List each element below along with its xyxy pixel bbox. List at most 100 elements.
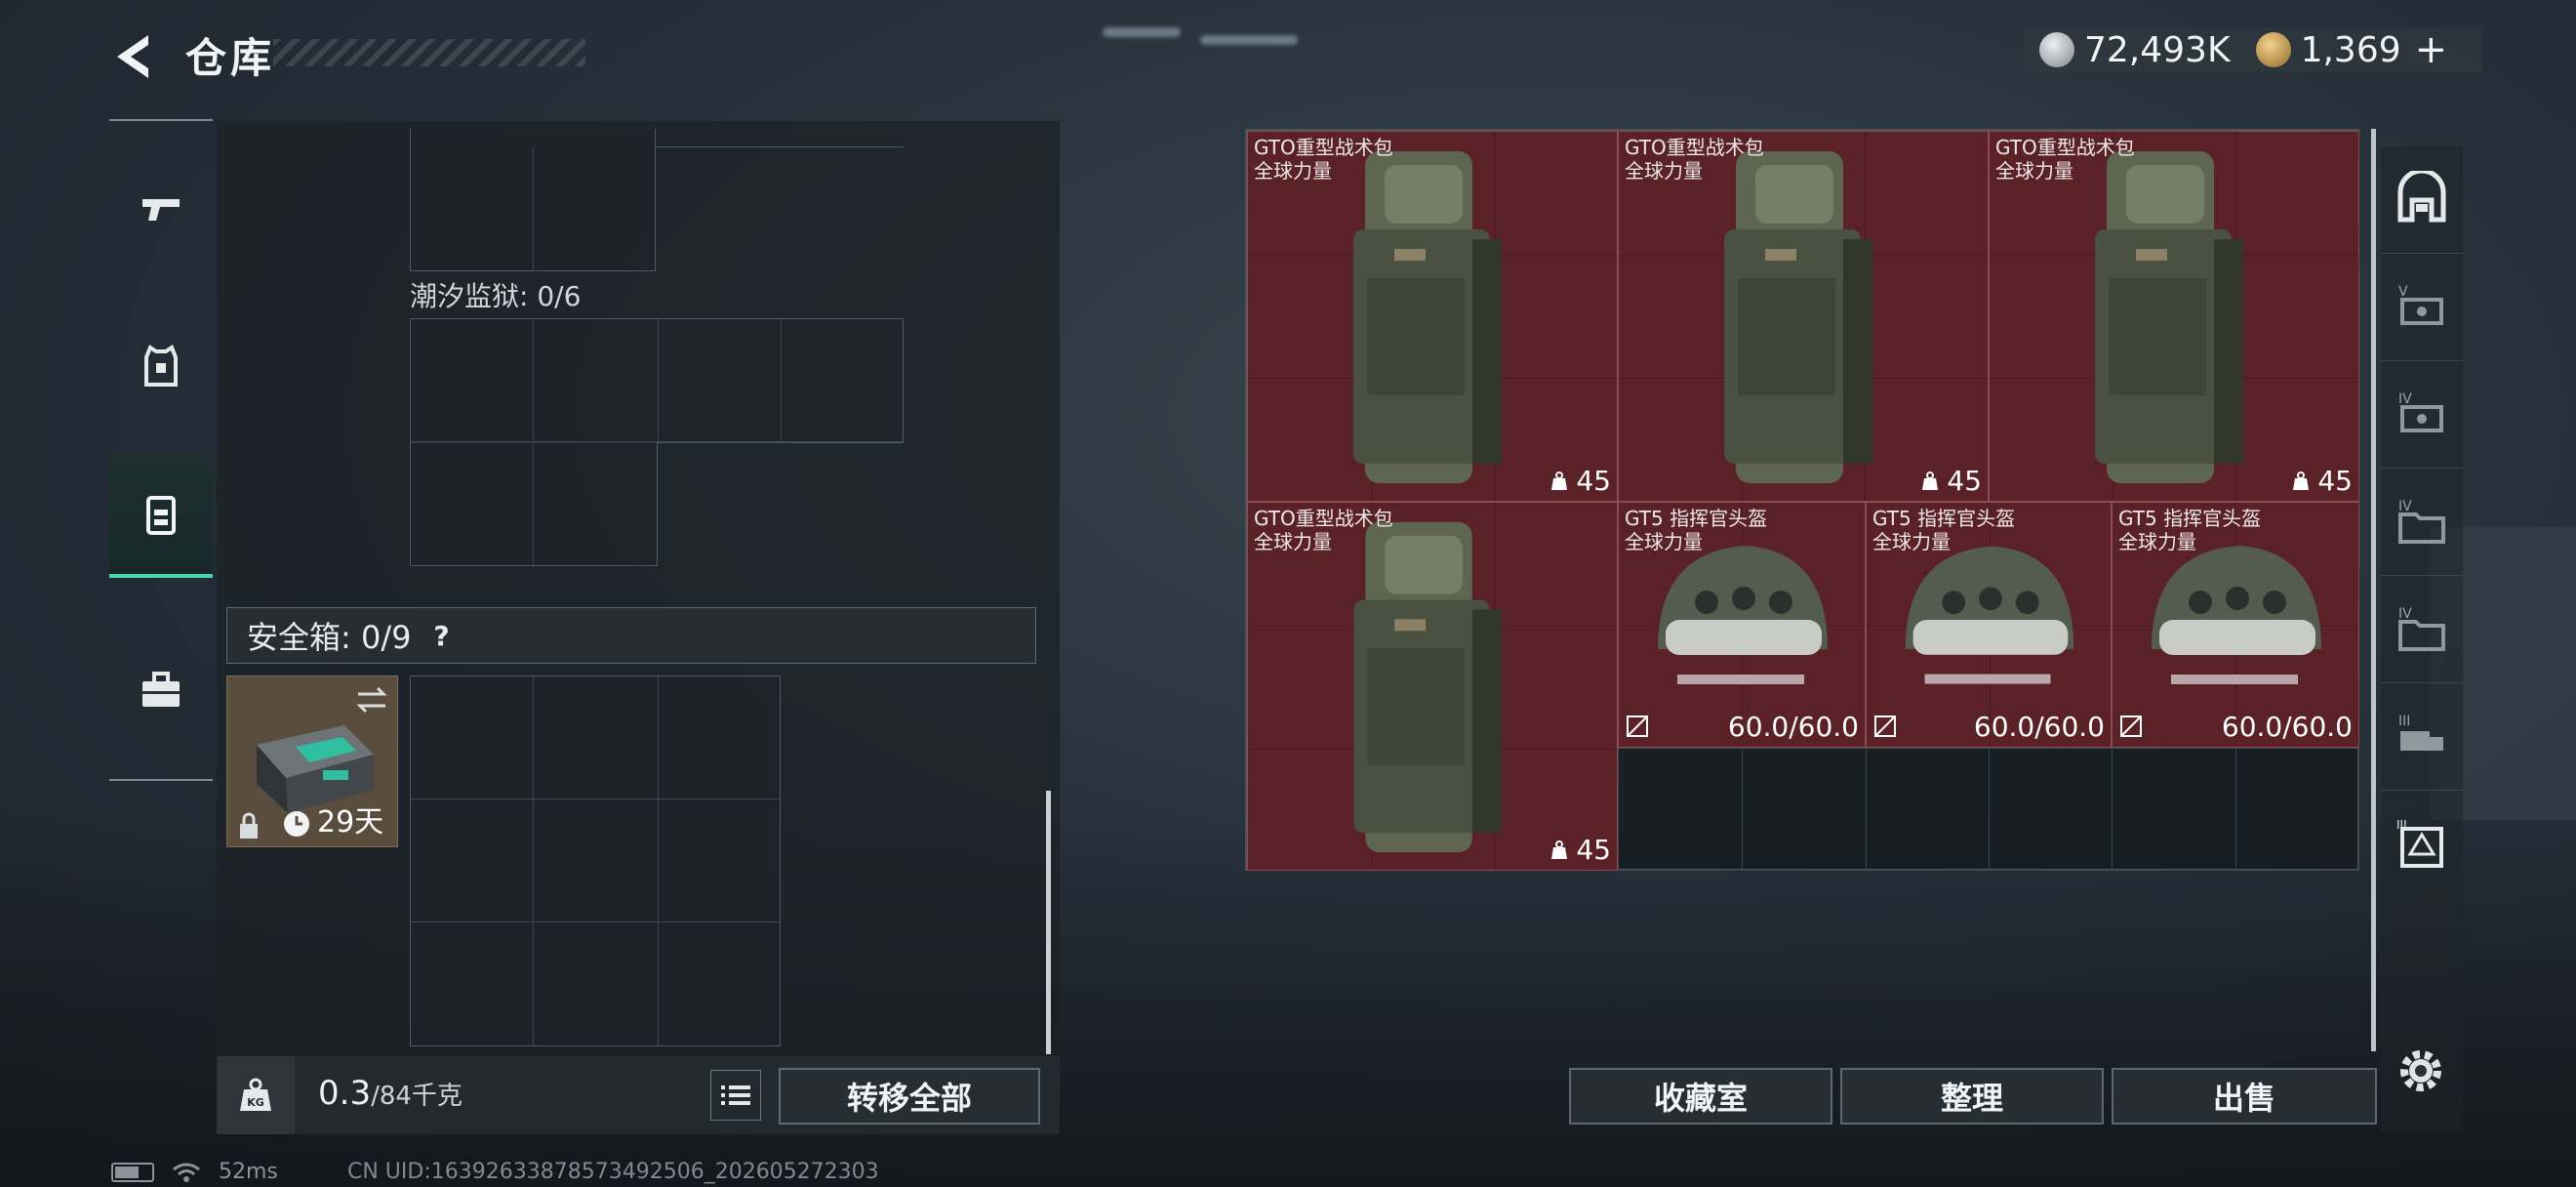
backpack-item-icon bbox=[2095, 151, 2243, 483]
transfer-all-button[interactable]: 转移全部 bbox=[779, 1068, 1040, 1125]
safebox-remaining-days: 29天 bbox=[317, 805, 384, 839]
collection-room-button[interactable]: 收藏室 bbox=[1569, 1068, 1832, 1125]
tier-v-icon: V bbox=[2398, 284, 2443, 325]
item-faction: 全球力量 bbox=[1872, 530, 1951, 553]
vest-icon bbox=[144, 344, 178, 387]
item-count-value: 45 bbox=[1947, 465, 1982, 497]
capacity-bag-icon bbox=[1551, 839, 1568, 859]
capacity-bag-icon bbox=[2293, 471, 2310, 490]
capacity-bag-icon bbox=[1551, 471, 1568, 490]
tab-tier-iv-folder-2[interactable]: IV bbox=[2381, 576, 2463, 683]
stash-item-helmet[interactable]: GT5 指挥官头盔 全球力量 60.0/60.0 bbox=[1618, 502, 1866, 748]
backpack-icon bbox=[146, 496, 176, 535]
tier-iv-weapon-icon: IV bbox=[2398, 391, 2443, 432]
list-icon bbox=[721, 1085, 750, 1105]
svg-text:IV: IV bbox=[2398, 391, 2412, 407]
svg-text:V: V bbox=[2398, 284, 2408, 300]
silver-amount: 72,493K bbox=[2084, 29, 2231, 70]
item-faction: 全球力量 bbox=[1625, 159, 1703, 183]
ceiling-light bbox=[1103, 27, 1181, 37]
list-view-button[interactable] bbox=[710, 1070, 761, 1121]
weight-readout: 0.3/84千克 bbox=[318, 1074, 463, 1113]
settings-gear-icon[interactable] bbox=[2395, 1044, 2447, 1097]
item-durability: 60.0/60.0 bbox=[1727, 711, 1859, 743]
safebox-item[interactable]: 29天 bbox=[226, 675, 398, 847]
swap-icon[interactable] bbox=[354, 684, 389, 716]
durability-icon bbox=[1627, 716, 1648, 737]
tier-iii-frame-icon: III bbox=[2396, 818, 2443, 868]
weight-capacity: /84千克 bbox=[371, 1082, 463, 1111]
prison-grid-top[interactable] bbox=[410, 318, 904, 443]
nav-backpack[interactable] bbox=[109, 455, 213, 578]
stash-item-backpack[interactable]: GTO重型战术包 全球力量 45 bbox=[1247, 502, 1618, 871]
sort-button[interactable]: 整理 bbox=[1840, 1068, 2104, 1125]
sell-button[interactable]: 出售 bbox=[2112, 1068, 2377, 1125]
stash-item-backpack[interactable]: GTO重型战术包 全球力量 45 bbox=[1989, 131, 2359, 502]
tab-tier-v[interactable]: V bbox=[2381, 254, 2463, 361]
lock-icon bbox=[240, 812, 258, 839]
item-name: GTO重型战术包 bbox=[1254, 507, 1393, 530]
item-name: GT5 指挥官头盔 bbox=[1625, 507, 1768, 530]
item-faction: 全球力量 bbox=[1995, 159, 2073, 183]
tier-iv-folder-icon: IV bbox=[2398, 499, 2445, 544]
item-capacity: 45 bbox=[2290, 465, 2353, 497]
item-capacity: 45 bbox=[1549, 834, 1611, 866]
help-icon[interactable]: ? bbox=[423, 617, 460, 654]
stash-scrollbar[interactable] bbox=[2371, 129, 2376, 1051]
tab-tier-iii-truck[interactable]: III bbox=[2381, 683, 2463, 791]
svg-text:KG: KG bbox=[247, 1096, 264, 1109]
weight-value: 0.3 bbox=[318, 1074, 372, 1113]
item-durability: 60.0/60.0 bbox=[1973, 711, 2105, 743]
tab-tier-iv-folder[interactable]: IV bbox=[2381, 469, 2463, 576]
tab-tier-iv-weapon[interactable]: IV bbox=[2381, 361, 2463, 469]
durability-icon bbox=[2120, 716, 2142, 737]
prison-grid-bottom[interactable] bbox=[410, 441, 658, 566]
pistol-icon bbox=[142, 199, 180, 221]
safebox-grid[interactable] bbox=[410, 675, 781, 1046]
stash-item-helmet[interactable]: GT5 指挥官头盔 全球力量 60.0/60.0 bbox=[1866, 502, 2112, 748]
nav-weapons[interactable] bbox=[109, 156, 213, 264]
tab-armory[interactable] bbox=[2381, 146, 2463, 254]
backpack-item-icon bbox=[1353, 151, 1502, 483]
back-arrow-icon[interactable] bbox=[109, 31, 156, 82]
wifi-icon bbox=[173, 1163, 200, 1182]
tier-iii-truck-icon: III bbox=[2398, 714, 2443, 751]
svg-text:IV: IV bbox=[2398, 499, 2412, 514]
toolbox-icon bbox=[142, 672, 180, 707]
item-name: GTO重型战术包 bbox=[1625, 136, 1764, 159]
prison-container-label: 潮汐监狱: 0/6 bbox=[410, 280, 582, 312]
user-uid: CN UID:16392633878573492506_202605272303 bbox=[347, 1160, 879, 1184]
item-name: GT5 指挥官头盔 bbox=[2118, 507, 2262, 530]
page-title: 仓库 bbox=[185, 34, 276, 82]
stash-item-helmet[interactable]: GT5 指挥官头盔 全球力量 60.0/60.0 bbox=[2112, 502, 2359, 748]
item-name: GT5 指挥官头盔 bbox=[1872, 507, 2016, 530]
item-capacity: 45 bbox=[1549, 465, 1611, 497]
silver-coin-icon bbox=[2039, 32, 2074, 67]
item-capacity: 45 bbox=[1919, 465, 1982, 497]
nav-armor[interactable] bbox=[109, 312, 213, 420]
clock-icon bbox=[284, 811, 309, 837]
safebox-header: 安全箱: 0/9 ? bbox=[226, 607, 1036, 664]
item-name: GTO重型战术包 bbox=[1995, 136, 2135, 159]
container-scrollbar[interactable] bbox=[1046, 791, 1051, 1054]
stash-item-backpack[interactable]: GTO重型战术包 全球力量 45 bbox=[1618, 131, 1989, 502]
item-faction: 全球力量 bbox=[1254, 530, 1332, 553]
ping-readout: 52ms bbox=[219, 1160, 278, 1184]
stash-item-backpack[interactable]: GTO重型战术包 全球力量 45 bbox=[1247, 131, 1618, 502]
item-durability: 60.0/60.0 bbox=[2221, 711, 2353, 743]
status-bar: 52ms bbox=[111, 1160, 278, 1184]
svg-text:IV: IV bbox=[2398, 606, 2412, 622]
battery-icon bbox=[111, 1162, 154, 1182]
safebox-label: 安全箱: 0/9 bbox=[247, 619, 412, 656]
backpack-item-icon bbox=[1353, 521, 1502, 853]
add-currency-button[interactable]: + bbox=[2415, 27, 2448, 72]
weight-icon: KG bbox=[217, 1056, 295, 1134]
tab-tier-iii-frame[interactable]: III bbox=[2381, 791, 2463, 898]
item-faction: 全球力量 bbox=[2118, 530, 2196, 553]
svg-text:III: III bbox=[2398, 714, 2410, 729]
item-name: GTO重型战术包 bbox=[1254, 136, 1393, 159]
currency-bar: 72,493K 1,369 + bbox=[2024, 27, 2482, 72]
category-sidebar bbox=[109, 119, 213, 783]
capacity-bag-icon bbox=[1922, 471, 1939, 490]
nav-toolbox[interactable] bbox=[109, 636, 213, 744]
